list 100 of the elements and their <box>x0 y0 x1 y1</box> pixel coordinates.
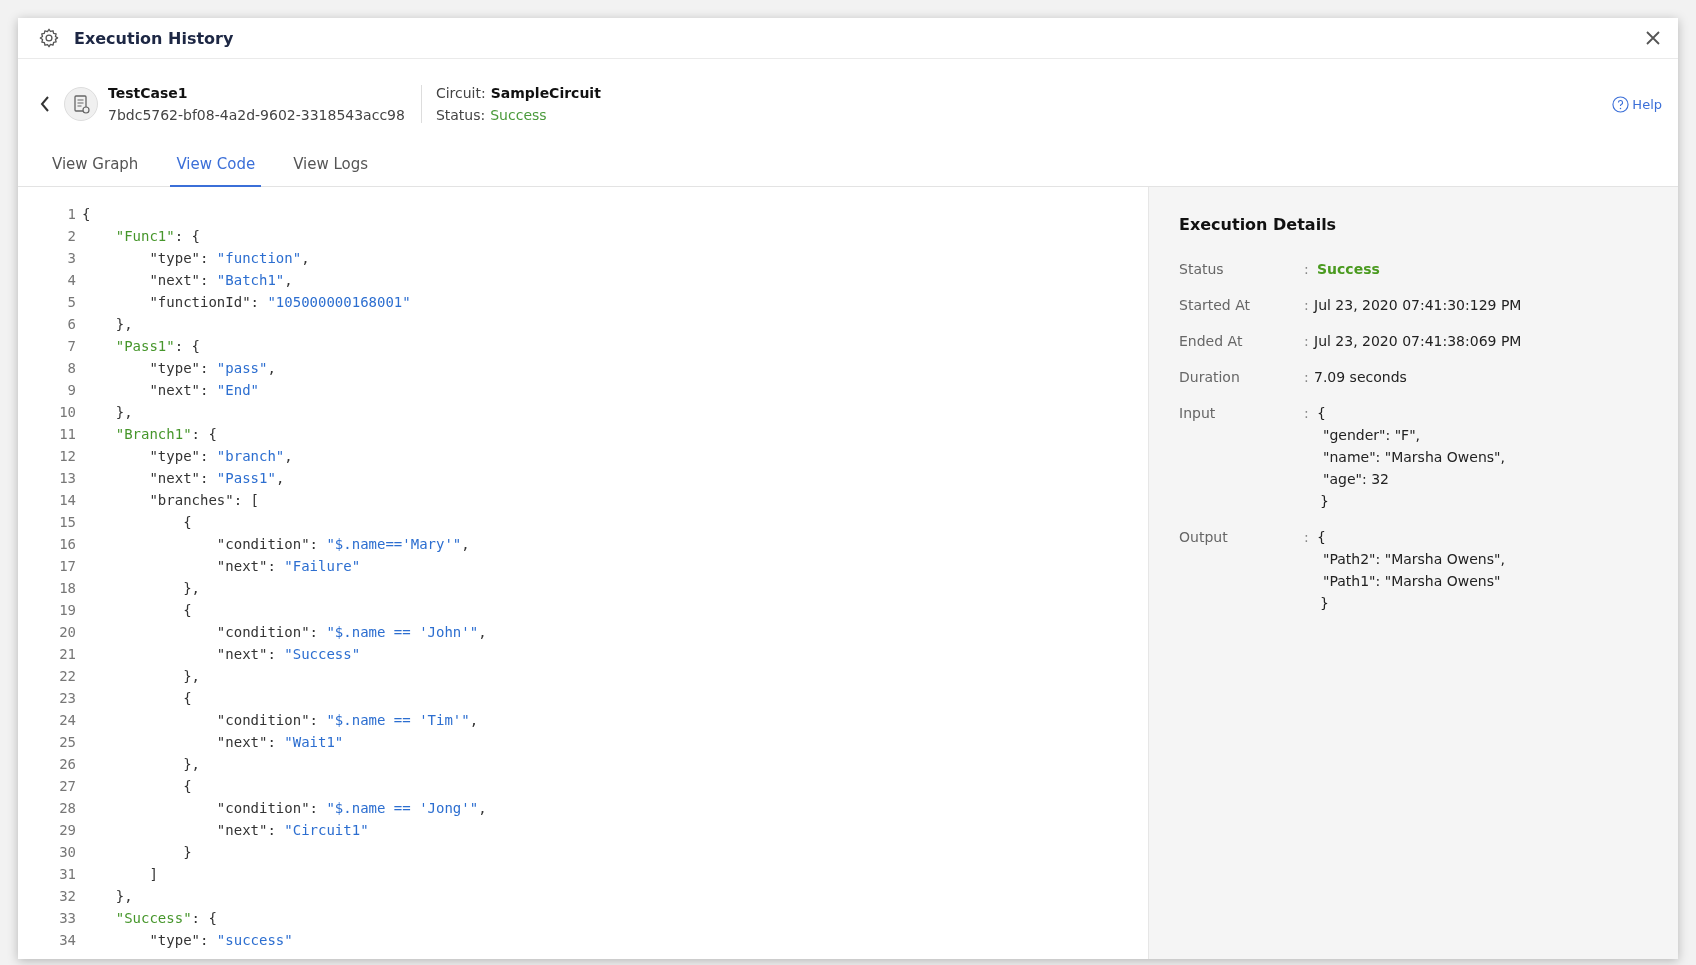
code-line: }, <box>182 580 200 596</box>
tab[interactable]: View Logs <box>287 145 375 187</box>
json-line: "age": 32 <box>1322 470 1390 489</box>
line-number: 24 <box>58 712 77 728</box>
line-number: 27 <box>58 778 77 794</box>
line-number: 32 <box>58 888 77 904</box>
line-number: 2 <box>66 228 77 244</box>
field-value: Jul 23, 2020 07:41:30:129 PM <box>1314 296 1522 315</box>
line-number: 30 <box>58 844 77 860</box>
code-line: "Func1": { <box>114 228 200 244</box>
line-number: 8 <box>66 360 77 376</box>
line-number: 31 <box>58 866 77 882</box>
test-case-id: 7bdc5762-bf08-4a2d-9602-3318543acc98 <box>108 107 405 123</box>
line-number: 18 <box>58 580 77 596</box>
line-number: 20 <box>58 624 77 640</box>
line-number: 3 <box>66 250 77 266</box>
code-line: }, <box>182 756 200 772</box>
code-line: "branches": [ <box>148 492 259 508</box>
json-line: { <box>1316 528 1327 547</box>
code-line: "type": "pass", <box>148 360 276 376</box>
colon-separator: : <box>1304 260 1310 279</box>
code-line: "type": "success" <box>148 932 293 948</box>
document-icon <box>64 87 98 121</box>
line-number: 25 <box>58 734 77 750</box>
code-line: }, <box>114 316 133 332</box>
line-number: 7 <box>66 338 77 354</box>
code-line: "next": "End" <box>148 382 259 398</box>
code-line: "Pass1": { <box>114 338 200 354</box>
code-line: { <box>182 514 192 530</box>
status-value: Success <box>1316 260 1380 279</box>
json-line: "name": "Marsha Owens", <box>1322 448 1505 467</box>
code-line: } <box>182 844 192 860</box>
test-case-name: TestCase1 <box>108 85 189 101</box>
line-number: 16 <box>58 536 77 552</box>
code-line: { <box>182 690 192 706</box>
code-line: "condition": "$.name == 'John'", <box>215 624 487 640</box>
code-line: "next": "Batch1", <box>148 272 293 288</box>
field-label: Started At <box>1179 296 1251 315</box>
tab[interactable]: View Graph <box>46 145 145 187</box>
code-line: }, <box>182 668 200 684</box>
json-line: } <box>1319 492 1330 511</box>
code-line: "type": "branch", <box>148 448 293 464</box>
code-line: "Success": { <box>114 910 217 926</box>
line-number: 26 <box>58 756 77 772</box>
code-line: { <box>182 602 192 618</box>
line-number: 28 <box>58 800 77 816</box>
line-number: 4 <box>66 272 77 288</box>
code-line: "next": "Failure" <box>215 558 361 574</box>
json-line: "Path2": "Marsha Owens", <box>1322 550 1505 569</box>
colon-separator: : <box>1304 296 1310 315</box>
back-chevron-icon <box>40 96 50 112</box>
colon-separator: : <box>1304 404 1310 423</box>
circuit-name: SampleCircuit <box>490 85 601 101</box>
field-label: Input <box>1179 404 1217 423</box>
settings-icon <box>38 27 60 49</box>
window-title: Execution History <box>74 28 234 48</box>
close-icon <box>1646 31 1660 45</box>
field-label: Output <box>1179 528 1229 547</box>
line-number: 15 <box>58 514 77 530</box>
help-icon <box>1612 95 1630 113</box>
line-number: 6 <box>66 316 77 332</box>
field-value: 7.09 seconds <box>1314 368 1407 387</box>
line-number: 22 <box>58 668 77 684</box>
code-line: "condition": "$.name == 'Tim'", <box>215 712 479 728</box>
line-number: 29 <box>58 822 77 838</box>
line-number: 1 <box>66 206 77 222</box>
line-number: 10 <box>58 404 77 420</box>
code-line: "condition": "$.name == 'Jong'", <box>215 800 487 816</box>
code-line: }, <box>114 404 133 420</box>
code-line: "next": "Wait1" <box>215 734 344 750</box>
line-number: 19 <box>58 602 77 618</box>
line-number: 5 <box>66 294 77 310</box>
details-title: Execution Details <box>1179 215 1338 234</box>
line-number: 34 <box>58 932 77 948</box>
colon-separator: : <box>1304 332 1310 351</box>
code-line: { <box>82 206 91 222</box>
json-line: "Path1": "Marsha Owens" <box>1322 572 1502 591</box>
json-line: "gender": "F", <box>1322 426 1422 445</box>
line-number: 23 <box>58 690 77 706</box>
circuit-label: Circuit: <box>435 85 486 101</box>
colon-separator: : <box>1304 528 1310 547</box>
code-line: "next": "Pass1", <box>148 470 285 486</box>
field-value: Jul 23, 2020 07:41:38:069 PM <box>1314 332 1522 351</box>
json-line: { <box>1316 404 1327 423</box>
line-number: 33 <box>58 910 77 926</box>
code-line: "next": "Circuit1" <box>215 822 369 838</box>
code-line: "condition": "$.name=='Mary'", <box>215 536 470 552</box>
field-label: Duration <box>1179 368 1241 387</box>
line-number: 12 <box>58 448 77 464</box>
line-number: 17 <box>58 558 77 574</box>
tab[interactable]: View Code <box>170 145 262 187</box>
code-line: }, <box>114 888 133 904</box>
help-link[interactable]: Help <box>1612 95 1662 113</box>
line-number: 9 <box>66 382 77 398</box>
colon-separator: : <box>1304 368 1310 387</box>
field-label: Status <box>1179 260 1225 279</box>
code-line: ] <box>148 866 158 882</box>
code-line: "Branch1": { <box>114 426 217 442</box>
code-line: "type": "function", <box>148 250 310 266</box>
line-number: 14 <box>58 492 77 508</box>
